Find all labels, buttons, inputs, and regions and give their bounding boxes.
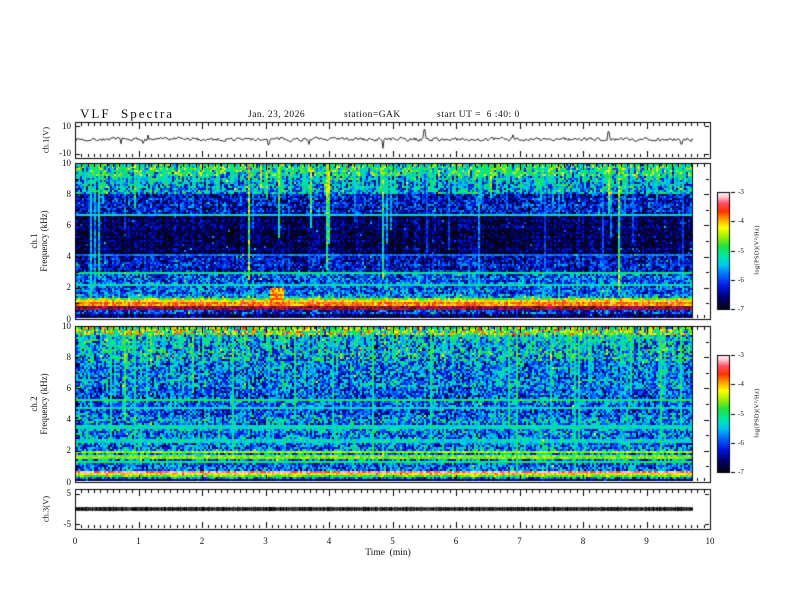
colorbar2-tick--3: -3 (738, 351, 744, 359)
x-tick-label-0: 0 (72, 536, 78, 546)
colorbar2-psd-label: log(PSD)(V²/Hz) (753, 388, 761, 438)
x-tick-label-1: 1 (136, 536, 141, 546)
colorbar2-tick--7: -7 (738, 468, 744, 476)
colorbar1-tick--5: -5 (738, 246, 744, 255)
station-label: station=GAK (344, 110, 401, 120)
vlf-spectra-figure: VLF Spectra Jan. 23, 2026 station=GAK st… (0, 0, 792, 612)
colorbar1-tick--3: -3 (738, 188, 744, 196)
colorbar2-tick--5: -5 (738, 409, 744, 418)
ch3-ytick-5: 5 (66, 488, 72, 499)
ch1-spectrogram-ytick-4: 4 (66, 251, 72, 262)
colorbar1-psd-label: log(PSD)(V²/Hz) (753, 225, 761, 275)
colorbar1-tick--6: -6 (738, 275, 744, 284)
ch1-spectrogram-ytick-2: 2 (66, 282, 72, 293)
ch2-spectrogram-ytick-0: 0 (66, 476, 72, 487)
ch2-spectrogram-ytick-6: 6 (66, 382, 72, 393)
ch2-spectrogram-ytick-8: 8 (66, 351, 72, 362)
ch3-ytick--5: -5 (63, 518, 72, 529)
time-axis-label: Time (min) (365, 548, 411, 558)
date-label: Jan. 23, 2026 (248, 110, 306, 120)
x-tick-label-9: 9 (644, 536, 649, 546)
ch2-spectrogram-ytick-4: 4 (66, 414, 72, 425)
x-tick-label-3: 3 (263, 536, 268, 546)
figure-title: VLF Spectra (80, 106, 175, 121)
x-tick-label-6: 6 (453, 536, 459, 546)
x-tick-label-5: 5 (390, 536, 395, 546)
x-tick-label-7: 7 (517, 536, 522, 546)
colorbar2-tick--4: -4 (738, 380, 744, 389)
ch1-wave-ytick-10: 10 (62, 120, 71, 131)
x-tick-label-2: 2 (199, 536, 205, 546)
colorbar1-tick--7: -7 (738, 305, 744, 313)
ch1-spectrogram-ytick-10: 10 (62, 157, 71, 168)
colorbar1-tick--4: -4 (738, 217, 744, 226)
x-tick-label-10: 10 (705, 536, 715, 546)
ch1-spectrogram-ytick-6: 6 (66, 219, 72, 230)
ch2-spectrogram-ytick-2: 2 (66, 445, 72, 456)
colorbar2-tick--6: -6 (738, 438, 744, 447)
x-tick-label-4: 4 (326, 536, 332, 546)
start-ut-label: start UT = 6 :40: 0 (437, 110, 520, 120)
ch2-spectrogram-ytick-10: 10 (62, 320, 71, 331)
x-tick-label-8: 8 (580, 536, 586, 546)
ch1-spectrogram-ytick-8: 8 (66, 188, 72, 199)
plot-canvas (0, 0, 792, 612)
